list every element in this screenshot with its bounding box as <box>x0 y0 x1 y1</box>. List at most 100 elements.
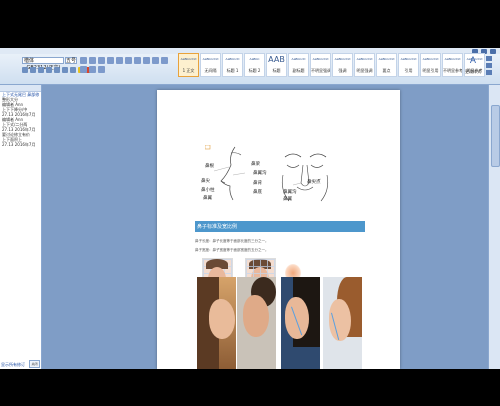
style-5[interactable]: AaBbCcD 副标题 <box>288 53 309 77</box>
vertical-scrollbar[interactable] <box>488 85 500 369</box>
style-sample: AaBbCcDd <box>334 57 351 61</box>
style-2[interactable]: AaBbCcD 标题 1 <box>222 53 243 77</box>
section-heading: 鼻子标准及宽比例 <box>197 224 238 230</box>
style-name: 强调 <box>338 68 347 73</box>
style-sample: AaBbCcDd <box>180 57 197 61</box>
style-9[interactable]: AaBbCcDd 要点 <box>376 53 397 77</box>
style-6[interactable]: AaBbCcDd 不明显强调 <box>310 53 331 77</box>
bullets-icon[interactable] <box>80 57 87 64</box>
section-heading-bar: 鼻子标准及宽比例 <box>195 221 365 232</box>
subscript-icon[interactable] <box>54 67 60 73</box>
justify-icon[interactable] <box>80 66 87 73</box>
label-base: 鼻底 <box>253 190 262 195</box>
style-name: 要点 <box>382 68 391 73</box>
bold-icon[interactable] <box>22 67 28 73</box>
superscript-icon[interactable] <box>62 67 68 73</box>
label-tip-point: 鼻尖点 <box>307 180 321 185</box>
style-sample: AaBbCcDd <box>378 57 395 61</box>
align-right-icon[interactable] <box>161 57 168 64</box>
profile-photo-2 <box>237 277 276 369</box>
style-sample: AaBbCcDd <box>422 57 439 61</box>
select-icon[interactable] <box>486 70 492 75</box>
profile-photo-1 <box>197 277 236 369</box>
style-sample: AaBbCcDd <box>400 57 417 61</box>
style-name: 标题 <box>272 68 281 73</box>
ribbon: 楷体_GB2312(正文) 五号 A <box>0 48 500 85</box>
style-8[interactable]: AaBbCcDd 明显强调 <box>354 53 375 77</box>
style-sample: AaBbCcDd <box>444 57 461 61</box>
reviewing-pane-header <box>0 85 41 92</box>
align-left-icon[interactable] <box>143 57 150 64</box>
strike-icon[interactable] <box>46 67 52 73</box>
reviewing-pane: 上下式无尾巴 鼻部修 整形大分 编辑者 Ann 上下下降分/中 27.13 2016年7… <box>0 85 42 369</box>
style-sample: AaBbCcDd <box>312 57 329 61</box>
style-name: 标题 2 <box>248 68 261 73</box>
numbering-icon[interactable] <box>89 57 96 64</box>
line-spacing-icon[interactable] <box>89 66 96 73</box>
styles-a-icon: A <box>469 56 477 66</box>
multilevel-icon[interactable] <box>98 57 105 64</box>
style-name: 明显强调 <box>356 68 373 73</box>
revision-item: 27.13 2016年7月 <box>2 142 36 147</box>
style-name: 引用 <box>404 68 413 73</box>
style-name: 不明显参考 <box>443 68 462 73</box>
editing-group <box>486 56 492 75</box>
scrollbar-thumb[interactable] <box>491 105 500 167</box>
show-marks-icon[interactable] <box>134 57 141 64</box>
style-sample: AaBbCcDd <box>356 57 373 61</box>
close-icon[interactable] <box>490 49 496 54</box>
label-ala: 鼻翼 <box>203 196 212 201</box>
style-0[interactable]: AaBbCcDd 1 正文 <box>178 53 199 77</box>
change-styles-label: 更改样式 <box>465 69 481 74</box>
style-name: 标题 1 <box>226 68 239 73</box>
style-11[interactable]: AaBbCcDd 明显引用 <box>420 53 441 77</box>
style-3[interactable]: AaBbC 标题 2 <box>244 53 265 77</box>
find-icon[interactable] <box>486 56 492 61</box>
style-name: 不明显强调 <box>311 68 330 73</box>
style-12[interactable]: AaBbCcDd 不明显参考 <box>442 53 463 77</box>
change-styles-button[interactable]: A 更改样式 <box>462 54 484 78</box>
word-window: 楷体_GB2312(正文) 五号 A <box>0 48 500 369</box>
style-name: 无间隔 <box>204 68 217 73</box>
replace-icon[interactable] <box>486 63 492 68</box>
style-sample: AaBbC <box>249 57 260 61</box>
label-columella: 鼻小柱 <box>201 188 215 193</box>
style-4[interactable]: AAB 标题 <box>266 53 287 77</box>
style-name: 明显引用 <box>422 68 439 73</box>
font-size-box[interactable]: 五号 <box>65 57 77 64</box>
style-7[interactable]: AaBbCcDd 强调 <box>332 53 353 77</box>
document-page[interactable]: 鼻根 鼻梁 鼻尖 鼻小柱 鼻翼沟 鼻翼 鼻背 鼻底 鼻尖点 鼻翼沟 鼻翼 鼻子标… <box>157 90 400 369</box>
label-alar-groove: 鼻翼沟 <box>253 171 267 176</box>
label-dorsum: 鼻背 <box>253 181 262 186</box>
label-nose-root: 鼻根 <box>205 164 214 169</box>
style-gallery: AaBbCcDd 1 正文 AaBbCcDd 无间隔 AaBbCcD 标题 1 AaBbC 标… <box>178 53 485 79</box>
label-alar-groove-front: 鼻翼沟 <box>283 190 297 195</box>
nose-anatomy-sketch <box>205 145 329 202</box>
style-name: 1 正文 <box>182 68 195 73</box>
style-1[interactable]: AaBbCcDd 无间隔 <box>200 53 221 77</box>
paragraph-buttons <box>80 57 176 73</box>
increase-indent-icon[interactable] <box>116 57 123 64</box>
style-10[interactable]: AaBbCcDd 引用 <box>398 53 419 77</box>
font-name-box[interactable]: 楷体_GB2312(正文) <box>22 57 64 71</box>
profile-photo-3 <box>281 277 320 369</box>
label-nose-bridge: 鼻梁 <box>251 162 260 167</box>
underline-icon[interactable] <box>38 67 44 73</box>
doc-line-1: 鼻子长度：鼻子长度等于面部长度的三分之一。 <box>195 239 269 243</box>
italic-icon[interactable] <box>30 67 36 73</box>
style-sample: AaBbCcDd <box>202 57 219 61</box>
label-nose-tip: 鼻尖 <box>201 179 210 184</box>
shading-icon[interactable] <box>98 66 105 73</box>
style-name: 副标题 <box>292 68 305 73</box>
align-center-icon[interactable] <box>152 57 159 64</box>
style-sample: AAB <box>268 55 285 64</box>
label-ala-front: 鼻翼 <box>283 197 292 202</box>
decrease-indent-icon[interactable] <box>107 57 114 64</box>
change-case-icon[interactable] <box>70 67 76 73</box>
doc-line-2: 鼻子宽度：鼻子宽度等于面部宽度的五分之一。 <box>195 248 269 252</box>
style-sample: AaBbCcD <box>291 57 306 61</box>
profile-photo-4 <box>323 277 362 369</box>
sort-icon[interactable] <box>125 57 132 64</box>
close-pane-button[interactable]: 关闭 <box>29 360 40 368</box>
style-sample: AaBbCcD <box>225 57 240 61</box>
